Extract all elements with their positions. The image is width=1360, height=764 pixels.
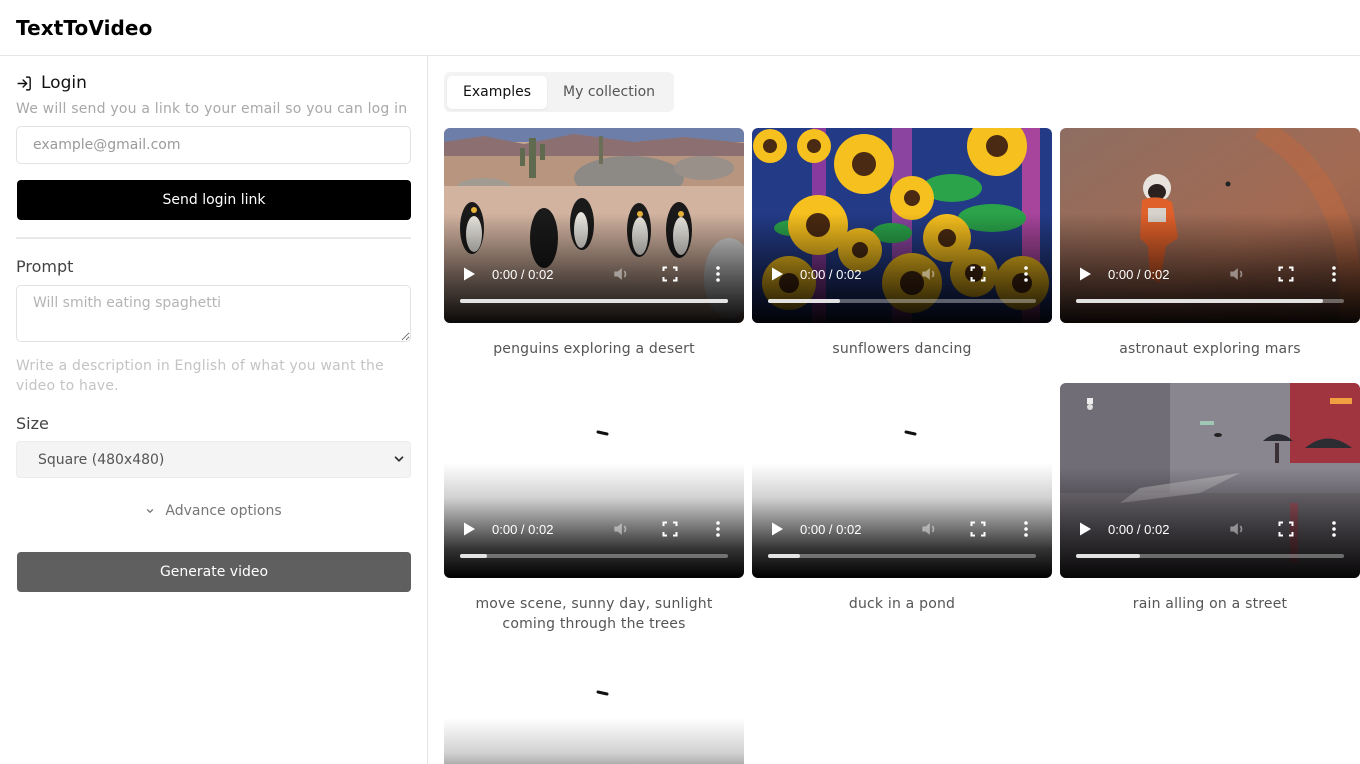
video-caption: astronaut exploring mars — [1119, 341, 1301, 357]
video-controls: 0:00 / 0:02 — [752, 518, 1052, 540]
video-time: 0:00 / 0:02 — [800, 266, 862, 282]
prompt-label: Prompt — [16, 257, 74, 276]
video-controls: 0:00 / 0:02 — [1060, 518, 1360, 540]
fullscreen-icon[interactable] — [662, 266, 678, 282]
top-bar: TextToVideo — [0, 0, 1360, 56]
video-progress-bar[interactable] — [460, 299, 728, 303]
chevron-down-icon — [147, 509, 154, 513]
more-options-icon[interactable] — [1022, 265, 1030, 283]
volume-icon[interactable] — [611, 519, 631, 539]
video-progress-bar[interactable] — [1076, 554, 1344, 558]
play-icon[interactable] — [461, 521, 477, 537]
video-caption: rain alling on a street — [1132, 596, 1288, 612]
send-login-link-button[interactable]: Send login link — [17, 180, 411, 220]
divider — [16, 237, 411, 239]
video-time: 0:00 / 0:02 — [1108, 266, 1170, 282]
video-progress-bar[interactable] — [460, 554, 728, 558]
prompt-hint: Write a description in English of what y… — [16, 358, 384, 394]
video-time: 0:00 / 0:02 — [492, 266, 554, 282]
more-options-icon[interactable] — [714, 265, 722, 283]
play-icon[interactable] — [461, 266, 477, 282]
video-progress-fill — [768, 554, 801, 558]
size-select[interactable]: Square (480x480) — [16, 441, 411, 478]
chevron-down-icon — [394, 456, 404, 462]
more-options-icon[interactable] — [714, 520, 722, 538]
video-progress-bar[interactable] — [1076, 299, 1344, 303]
tab-examples[interactable]: Examples — [447, 75, 548, 109]
video-controls: 0:00 / 0:02 — [1060, 263, 1360, 285]
login-title: Login — [41, 73, 87, 93]
video-time: 0:00 / 0:02 — [492, 521, 554, 537]
more-options-icon[interactable] — [1022, 520, 1030, 538]
video-time: 0:00 / 0:02 — [1108, 521, 1170, 537]
controls-shade — [444, 718, 744, 764]
video-caption: sunflowers dancing — [832, 341, 972, 357]
email-input[interactable] — [16, 126, 411, 164]
advance-options-toggle[interactable]: Advance options — [16, 503, 411, 519]
video-progress-fill — [1076, 554, 1141, 558]
fullscreen-icon[interactable] — [970, 521, 986, 537]
video-progress-bar[interactable] — [768, 554, 1036, 558]
video-time: 0:00 / 0:02 — [800, 521, 862, 537]
size-label: Size — [16, 414, 49, 433]
fullscreen-icon[interactable] — [970, 266, 986, 282]
video-card-1: 0:00 / 0:02 penguins exploring a desert — [444, 128, 744, 383]
login-icon — [17, 75, 31, 91]
prompt-input[interactable] — [16, 285, 411, 342]
volume-icon[interactable] — [1227, 519, 1247, 539]
fullscreen-icon[interactable] — [662, 521, 678, 537]
sidebar: Login We will send you a link to your em… — [0, 56, 428, 764]
main-content: Examples My collection 0:00 / 0:02 pengu… — [428, 56, 1360, 764]
video-player[interactable]: 0:00 / 0:02 — [752, 383, 1052, 578]
generate-video-button[interactable]: Generate video — [17, 552, 411, 592]
video-card-7 — [444, 638, 744, 764]
video-card-2: 0:00 / 0:02 sunflowers dancing — [752, 128, 1052, 383]
loading-spinner-icon — [596, 430, 609, 436]
volume-icon[interactable] — [611, 264, 631, 284]
loading-spinner-icon — [904, 430, 917, 436]
video-player[interactable]: 0:00 / 0:02 — [1060, 128, 1360, 323]
video-player[interactable]: 0:00 / 0:02 — [444, 383, 744, 578]
loading-spinner-icon — [596, 690, 609, 696]
volume-icon[interactable] — [1227, 264, 1247, 284]
video-card-5: 0:00 / 0:02 duck in a pond — [752, 383, 1052, 638]
more-options-icon[interactable] — [1330, 520, 1338, 538]
video-player[interactable]: 0:00 / 0:02 — [444, 128, 744, 323]
video-card-4: 0:00 / 0:02 move scene, sunny day, sunli… — [444, 383, 744, 638]
app-title: TextToVideo — [16, 15, 153, 40]
video-controls: 0:00 / 0:02 — [444, 518, 744, 540]
volume-icon[interactable] — [919, 264, 939, 284]
video-player[interactable]: 0:00 / 0:02 — [1060, 383, 1360, 578]
video-progress-bar[interactable] — [768, 299, 1036, 303]
login-subtitle: We will send you a link to your email so… — [16, 101, 408, 117]
tab-bar: Examples My collection — [444, 72, 675, 112]
fullscreen-icon[interactable] — [1278, 521, 1294, 537]
more-options-icon[interactable] — [1330, 265, 1338, 283]
video-controls: 0:00 / 0:02 — [752, 263, 1052, 285]
video-player[interactable]: 0:00 / 0:02 — [752, 128, 1052, 323]
video-caption: penguins exploring a desert — [493, 341, 695, 357]
play-icon[interactable] — [1077, 266, 1093, 282]
video-grid: 0:00 / 0:02 penguins exploring a desert — [444, 128, 1360, 764]
video-controls: 0:00 / 0:02 — [444, 263, 744, 285]
video-caption: duck in a pond — [848, 596, 956, 612]
volume-icon[interactable] — [919, 519, 939, 539]
video-progress-fill — [460, 554, 487, 558]
play-icon[interactable] — [1077, 521, 1093, 537]
play-icon[interactable] — [769, 266, 785, 282]
fullscreen-icon[interactable] — [1278, 266, 1294, 282]
video-player[interactable] — [444, 638, 744, 764]
login-header: Login — [16, 72, 411, 94]
size-select-value: Square (480x480) — [38, 451, 165, 468]
video-progress-fill — [768, 299, 841, 303]
video-progress-fill — [1076, 299, 1323, 303]
tab-my-collection[interactable]: My collection — [547, 76, 671, 109]
video-progress-fill — [460, 299, 728, 303]
play-icon[interactable] — [769, 521, 785, 537]
advance-options-label: Advance options — [165, 503, 282, 519]
video-caption: move scene, sunny day, sunlight coming t… — [475, 596, 713, 632]
video-card-3: 0:00 / 0:02 astronaut exploring mars — [1060, 128, 1360, 383]
video-card-6: 0:00 / 0:02 rain alling on a street — [1060, 383, 1360, 638]
